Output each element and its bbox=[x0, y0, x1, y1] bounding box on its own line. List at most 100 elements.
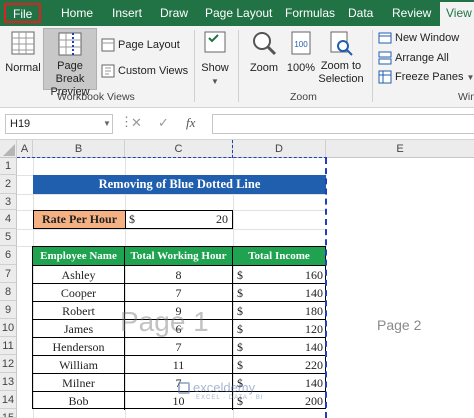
column-break-marker bbox=[232, 140, 233, 158]
row-header[interactable]: 1 bbox=[0, 158, 17, 175]
row-header[interactable]: 15 bbox=[0, 409, 17, 418]
row-header[interactable]: 14 bbox=[0, 391, 17, 409]
cancel-icon[interactable]: ✕ bbox=[131, 115, 142, 131]
page-break-line bbox=[325, 158, 327, 418]
column-header-b[interactable]: B bbox=[33, 140, 125, 158]
zoom-100-button[interactable]: 100 100% bbox=[286, 30, 316, 88]
currency-symbol: $ bbox=[237, 340, 243, 354]
table-cell-income[interactable]: $140 bbox=[233, 338, 325, 356]
name-box-dropdown-icon[interactable]: ▼ bbox=[103, 119, 111, 128]
row-header[interactable]: 7 bbox=[0, 265, 17, 283]
table-cell-name[interactable]: Ashley bbox=[33, 266, 125, 284]
zoom-100-icon: 100 bbox=[291, 31, 311, 55]
tab-formulas[interactable]: Formulas bbox=[285, 0, 335, 26]
formula-bar: H19 ▼ ⋮ ✕ ✓ fx bbox=[0, 108, 474, 140]
income-value: 220 bbox=[305, 358, 323, 372]
page-break-preview-button[interactable]: Page Break Preview bbox=[43, 28, 97, 98]
freeze-panes-button[interactable]: Freeze Panes ▼ bbox=[378, 70, 474, 85]
ribbon-separator bbox=[194, 30, 195, 102]
brand-watermark: exceldemy EXCEL · DATA · BI bbox=[178, 380, 264, 401]
tab-page-layout[interactable]: Page Layout bbox=[205, 0, 272, 26]
rate-label-cell[interactable]: Rate Per Hour bbox=[33, 210, 126, 229]
income-value: 160 bbox=[305, 268, 323, 282]
insert-function-icon[interactable]: fx bbox=[186, 115, 195, 131]
income-value: 180 bbox=[305, 304, 323, 318]
ribbon-separator bbox=[238, 30, 239, 102]
sheet-title[interactable]: Removing of Blue Dotted Line bbox=[33, 175, 326, 194]
table-cell-income[interactable]: $220 bbox=[233, 356, 325, 374]
table-cell-hours[interactable]: 7 bbox=[125, 284, 233, 302]
page-layout-view-button[interactable]: Page Layout bbox=[101, 38, 180, 52]
column-headers: A B C D E bbox=[0, 140, 474, 158]
column-header-e[interactable]: E bbox=[326, 140, 474, 158]
select-all-corner[interactable] bbox=[0, 140, 17, 158]
table-cell-income[interactable]: $120 bbox=[233, 320, 325, 338]
column-header-a[interactable]: A bbox=[17, 140, 33, 158]
rate-value-cell[interactable]: $ 20 bbox=[125, 210, 233, 229]
table-cell-hours[interactable]: 11 bbox=[125, 356, 233, 374]
new-window-button[interactable]: New Window bbox=[378, 31, 459, 45]
table-cell-name[interactable]: William bbox=[33, 356, 125, 374]
group-label-window: Win bbox=[458, 91, 474, 103]
row-header[interactable]: 10 bbox=[0, 319, 17, 337]
row-header[interactable]: 6 bbox=[0, 246, 17, 265]
row-header[interactable]: 3 bbox=[0, 194, 17, 210]
enter-icon[interactable]: ✓ bbox=[158, 115, 169, 131]
ribbon-tab-bar: File Home Insert Draw Page Layout Formul… bbox=[0, 0, 474, 26]
table-cell-income[interactable]: $140 bbox=[233, 284, 325, 302]
column-header-d[interactable]: D bbox=[233, 140, 326, 158]
table-cell-name[interactable]: Henderson bbox=[33, 338, 125, 356]
page-top-break bbox=[17, 157, 327, 158]
new-window-icon bbox=[378, 32, 392, 44]
zoom-to-selection-button[interactable]: Zoom to Selection bbox=[317, 30, 365, 88]
tab-draw[interactable]: Draw bbox=[160, 0, 188, 26]
tab-data[interactable]: Data bbox=[348, 0, 373, 26]
row-header[interactable]: 4 bbox=[0, 210, 17, 229]
tab-view[interactable]: View bbox=[440, 2, 474, 26]
row-header[interactable]: 9 bbox=[0, 301, 17, 319]
income-value: 120 bbox=[305, 322, 323, 336]
income-value: 140 bbox=[305, 376, 323, 390]
tab-insert[interactable]: Insert bbox=[112, 0, 142, 26]
table-cell-hours[interactable]: 8 bbox=[125, 266, 233, 284]
ribbon: Normal Page Break Preview Page Layout Cu… bbox=[0, 26, 474, 108]
tab-file[interactable]: File bbox=[4, 3, 42, 23]
tab-home[interactable]: Home bbox=[61, 0, 93, 26]
income-value: 200 bbox=[305, 394, 323, 408]
chevron-down-icon: ▼ bbox=[211, 77, 219, 86]
table-header-hours[interactable]: Total Working Hour bbox=[125, 247, 233, 266]
brand-logo-icon bbox=[178, 381, 190, 394]
table-cell-name[interactable]: Cooper bbox=[33, 284, 125, 302]
table-cell-name[interactable]: Robert bbox=[33, 302, 125, 320]
table-cell-income[interactable]: $180 bbox=[233, 302, 325, 320]
currency-symbol: $ bbox=[237, 268, 243, 282]
row-header[interactable]: 12 bbox=[0, 355, 17, 373]
table-cell-income[interactable]: $160 bbox=[233, 266, 325, 284]
row-header[interactable]: 5 bbox=[0, 229, 17, 246]
tab-review[interactable]: Review bbox=[392, 0, 431, 26]
row-header[interactable]: 8 bbox=[0, 283, 17, 301]
income-value: 140 bbox=[305, 286, 323, 300]
row-header[interactable]: 13 bbox=[0, 373, 17, 391]
normal-view-icon bbox=[11, 31, 35, 55]
table-header-income[interactable]: Total Income bbox=[233, 247, 325, 266]
table-cell-name[interactable]: Milner bbox=[33, 374, 125, 392]
name-box[interactable]: H19 bbox=[5, 114, 113, 134]
table-cell-name[interactable]: Bob bbox=[33, 392, 125, 410]
show-button[interactable]: Show ▼ bbox=[198, 30, 232, 88]
formula-input[interactable] bbox=[212, 114, 474, 134]
arrange-all-icon bbox=[378, 51, 392, 65]
row-header[interactable]: 11 bbox=[0, 337, 17, 355]
normal-view-button[interactable]: Normal bbox=[4, 30, 42, 88]
income-value: 140 bbox=[305, 340, 323, 354]
table-header-name[interactable]: Employee Name bbox=[33, 247, 125, 266]
page-break-icon bbox=[58, 32, 82, 56]
row-header[interactable]: 2 bbox=[0, 175, 17, 194]
custom-views-button[interactable]: Custom Views bbox=[101, 64, 188, 78]
column-header-c[interactable]: C bbox=[125, 140, 233, 158]
currency-symbol: $ bbox=[237, 322, 243, 336]
zoom-button[interactable]: Zoom bbox=[244, 30, 284, 88]
arrange-all-button[interactable]: Arrange All bbox=[378, 51, 449, 65]
table-cell-hours[interactable]: 7 bbox=[125, 338, 233, 356]
table-cell-name[interactable]: James bbox=[33, 320, 125, 338]
